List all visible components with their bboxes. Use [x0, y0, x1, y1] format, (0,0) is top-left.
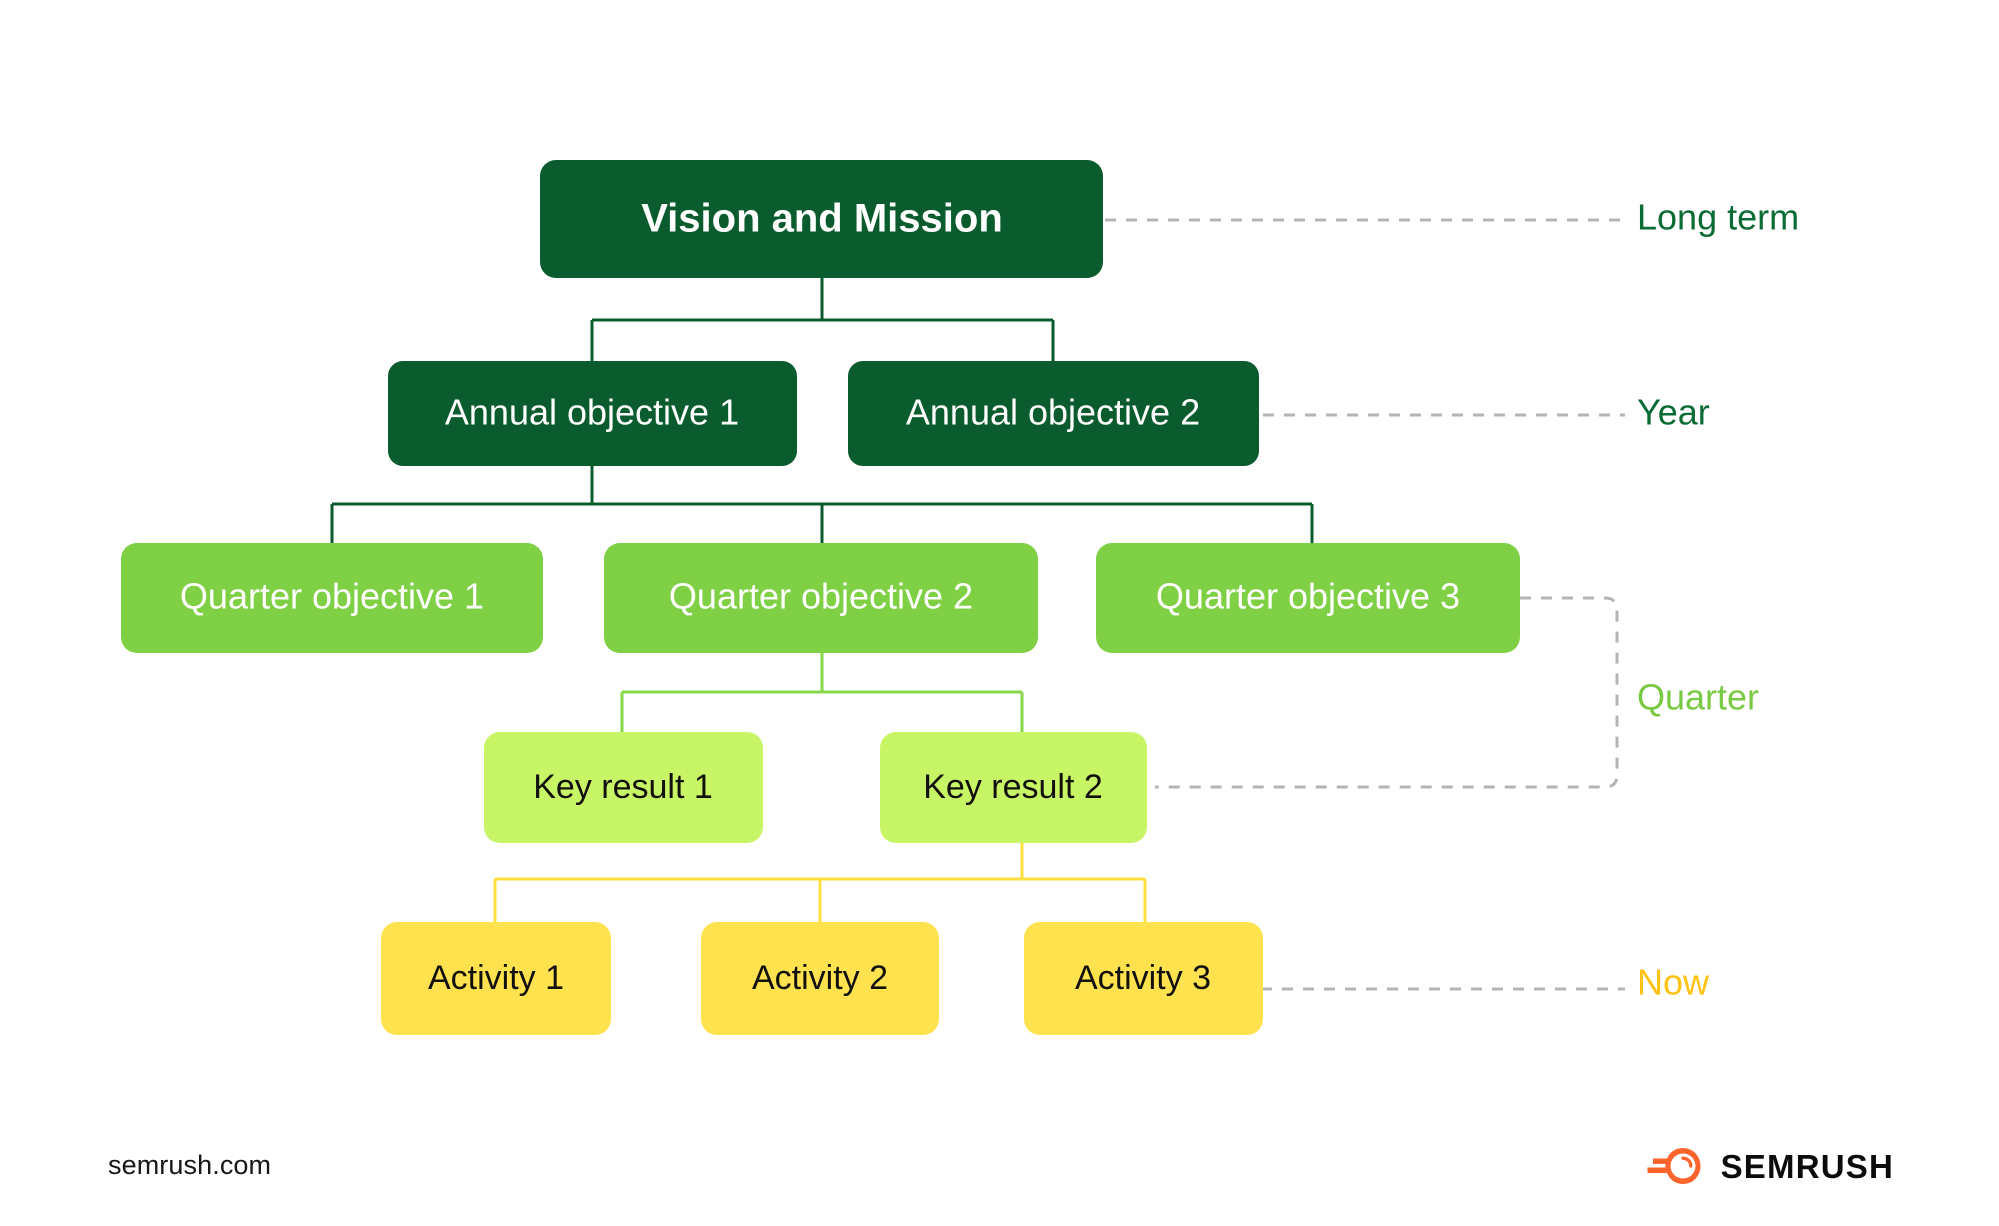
semrush-logo: SEMRUSH — [1645, 1145, 1894, 1187]
node-label: Annual objective 2 — [906, 392, 1200, 433]
node-label: Activity 2 — [752, 959, 888, 997]
node-annual-objective-1[interactable]: Annual objective 1 — [388, 361, 797, 466]
node-activity-1[interactable]: Activity 1 — [381, 922, 611, 1035]
node-quarter-objective-1[interactable]: Quarter objective 1 — [121, 543, 543, 653]
node-label: Vision and Mission — [641, 197, 1003, 241]
node-key-result-1[interactable]: Key result 1 — [484, 732, 763, 843]
node-quarter-objective-3[interactable]: Quarter objective 3 — [1096, 543, 1520, 653]
diagram-canvas: Vision and Mission Annual objective 1 An… — [0, 0, 1999, 1226]
footer-url: semrush.com — [108, 1150, 272, 1180]
node-label: Key result 2 — [923, 768, 1103, 806]
node-key-result-2[interactable]: Key result 2 — [880, 732, 1147, 843]
time-label-now: Now — [1637, 962, 1710, 1003]
node-label: Annual objective 1 — [445, 392, 739, 433]
node-label: Quarter objective 2 — [669, 576, 973, 617]
node-activity-3[interactable]: Activity 3 — [1024, 922, 1263, 1035]
okr-cascade-diagram: Vision and Mission Annual objective 1 An… — [121, 160, 1799, 1035]
connectors-quarter-to-keyresult — [620, 653, 1024, 732]
semrush-comet-icon — [1647, 1148, 1701, 1184]
time-label-quarter: Quarter — [1637, 677, 1759, 718]
node-quarter-objective-2[interactable]: Quarter objective 2 — [604, 543, 1038, 653]
connectors-vision-to-annual — [590, 278, 1055, 361]
node-vision-and-mission[interactable]: Vision and Mission — [540, 160, 1103, 278]
time-label-long-term: Long term — [1637, 197, 1799, 238]
node-label: Activity 1 — [428, 959, 564, 997]
node-label: Activity 3 — [1075, 959, 1211, 997]
connectors-keyresult-to-activity — [493, 843, 1147, 922]
node-annual-objective-2[interactable]: Annual objective 2 — [848, 361, 1259, 466]
node-activity-2[interactable]: Activity 2 — [701, 922, 939, 1035]
semrush-wordmark: SEMRUSH — [1720, 1147, 1894, 1185]
time-label-year: Year — [1637, 392, 1710, 433]
connectors-annual-to-quarter — [330, 466, 1314, 543]
node-label: Quarter objective 1 — [180, 576, 484, 617]
node-label: Key result 1 — [533, 768, 713, 806]
node-label: Quarter objective 3 — [1156, 576, 1460, 617]
